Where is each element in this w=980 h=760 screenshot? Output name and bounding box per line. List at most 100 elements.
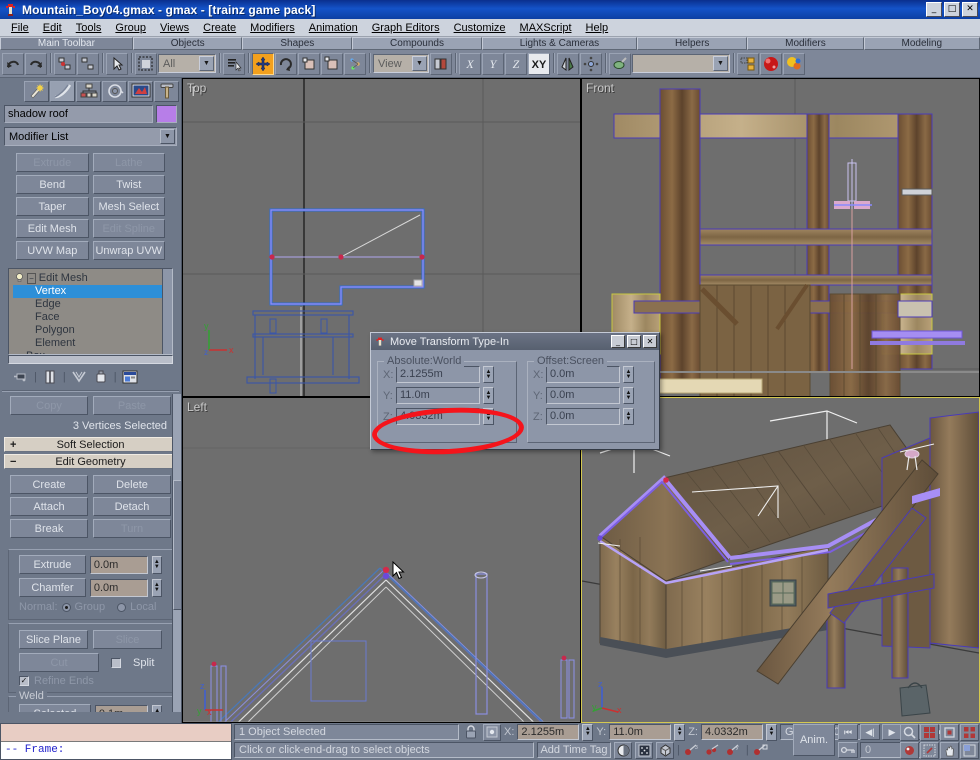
show-end-result-icon[interactable] bbox=[41, 368, 59, 385]
zoom-all-icon[interactable] bbox=[920, 724, 939, 741]
modifier-stack-list[interactable]: − Edit Mesh Vertex Edge Face Polygon Ele… bbox=[8, 268, 173, 355]
use-transform-center-icon[interactable] bbox=[430, 52, 452, 75]
modifier-edit-spline-button[interactable]: Edit Spline bbox=[92, 219, 165, 238]
chamfer-button[interactable]: Chamfer bbox=[19, 578, 86, 597]
go-to-start-icon[interactable]: ⏮ bbox=[838, 724, 858, 740]
dialog-minimize-button[interactable]: _ bbox=[611, 335, 625, 348]
align-icon[interactable] bbox=[344, 52, 366, 75]
offset-y-spinner[interactable]: ▲ ▼ bbox=[623, 387, 634, 404]
region-zoom-icon[interactable] bbox=[920, 742, 939, 759]
pin-stack-icon[interactable] bbox=[12, 368, 30, 385]
stack-vertical-scrollbar[interactable] bbox=[162, 269, 172, 354]
absolute-relative-toggle-icon[interactable] bbox=[483, 723, 501, 741]
stack-item-edge[interactable]: Edge bbox=[13, 298, 172, 311]
offset-y-field[interactable]: 0.0m bbox=[546, 387, 620, 404]
detach-button[interactable]: Detach bbox=[93, 497, 171, 516]
status-x-spinner[interactable]: ▲ ▼ bbox=[582, 723, 594, 741]
dialog-maximize-button[interactable]: □ bbox=[627, 335, 641, 348]
align-objects-icon[interactable] bbox=[580, 52, 602, 75]
previous-frame-icon[interactable]: ◀| bbox=[860, 724, 880, 740]
use-pivot-center-icon[interactable] bbox=[321, 52, 343, 75]
minimize-button[interactable]: _ bbox=[926, 2, 942, 17]
add-time-tag-button[interactable]: Add Time Tag bbox=[537, 742, 611, 758]
angle-snap-toggle-icon[interactable] bbox=[704, 742, 722, 759]
stack-item-box[interactable]: Box bbox=[13, 350, 172, 354]
tab-compounds[interactable]: Compounds bbox=[352, 37, 482, 50]
attach-button[interactable]: Attach bbox=[10, 497, 88, 516]
chamfer-amount-field[interactable]: 0.0m bbox=[89, 578, 148, 597]
modifier-list-dropdown[interactable]: Modifier List ▼ bbox=[4, 127, 177, 146]
tab-shapes[interactable]: Shapes bbox=[242, 37, 353, 50]
select-region-icon[interactable] bbox=[135, 52, 157, 75]
menu-tools[interactable]: Tools bbox=[69, 21, 109, 35]
display-tab[interactable] bbox=[128, 80, 153, 102]
remove-modifier-icon[interactable] bbox=[92, 368, 110, 385]
selection-filter-combo[interactable]: All ▼ bbox=[158, 54, 216, 73]
object-color-swatch[interactable] bbox=[156, 105, 177, 123]
material-navigator-icon[interactable] bbox=[783, 52, 805, 75]
dialog-close-button[interactable]: ✕ bbox=[643, 335, 657, 348]
menu-graph-editors[interactable]: Graph Editors bbox=[365, 21, 447, 35]
select-and-scale-icon[interactable] bbox=[298, 52, 320, 75]
min-max-toggle-icon[interactable] bbox=[960, 742, 979, 759]
menu-group[interactable]: Group bbox=[108, 21, 153, 35]
create-tab[interactable] bbox=[24, 80, 49, 102]
zoom-extents-all-icon[interactable] bbox=[960, 724, 979, 741]
menu-animation[interactable]: Animation bbox=[302, 21, 365, 35]
rollout-soft-selection[interactable]: + Soft Selection bbox=[4, 437, 177, 452]
spinner-snap-icon[interactable]: 3 bbox=[683, 742, 701, 759]
status-z-field[interactable]: 4.0332m bbox=[700, 724, 763, 740]
copy-button[interactable]: Copy bbox=[10, 396, 88, 415]
tab-modeling[interactable]: Modeling bbox=[863, 37, 980, 50]
tab-objects[interactable]: Objects bbox=[132, 37, 243, 50]
status-y-field[interactable]: 11.0m bbox=[609, 724, 672, 740]
zoom-icon[interactable] bbox=[900, 724, 919, 741]
extrude-spinner[interactable]: ▲ ▼ bbox=[151, 555, 163, 574]
rollout-toggle-icon[interactable]: − bbox=[10, 456, 16, 468]
stack-item-face[interactable]: Face bbox=[13, 311, 172, 324]
absolute-x-field[interactable]: 2.1255m bbox=[396, 366, 480, 383]
menu-file[interactable]: File bbox=[4, 21, 36, 35]
modifier-edit-mesh-button[interactable]: Edit Mesh bbox=[16, 219, 89, 238]
array-icon[interactable] bbox=[737, 52, 759, 75]
select-object-icon[interactable] bbox=[106, 52, 128, 75]
menu-maxscript[interactable]: MAXScript bbox=[513, 21, 579, 35]
command-panel-scroll-thumb[interactable] bbox=[173, 480, 181, 610]
snap-toggle-icon[interactable] bbox=[614, 741, 632, 759]
extrude-button[interactable]: Extrude bbox=[19, 555, 86, 574]
offset-x-field[interactable]: 0.0m bbox=[546, 366, 620, 383]
chevron-down-icon[interactable]: ▼ bbox=[412, 56, 427, 71]
delete-button[interactable]: Delete bbox=[93, 475, 171, 494]
reference-coordinate-system-combo[interactable]: View ▼ bbox=[373, 54, 429, 73]
maxscript-listener[interactable]: -- Frame: bbox=[0, 723, 232, 760]
refine-ends-checkbox[interactable]: ✓ bbox=[19, 676, 29, 686]
zoom-extents-icon[interactable] bbox=[940, 724, 959, 741]
hierarchy-tab[interactable] bbox=[76, 80, 101, 102]
play-animation-icon[interactable]: ▶ bbox=[882, 724, 902, 740]
restrict-to-z-icon[interactable]: Z bbox=[505, 52, 527, 75]
unlink-selection-icon[interactable] bbox=[77, 52, 99, 75]
tab-lights-cameras[interactable]: Lights & Cameras bbox=[481, 37, 638, 50]
menu-edit[interactable]: Edit bbox=[36, 21, 69, 35]
redo-icon[interactable] bbox=[25, 52, 47, 75]
slice-button[interactable]: Slice bbox=[93, 630, 162, 649]
make-unique-icon[interactable] bbox=[70, 368, 88, 385]
modifier-mesh-select-button[interactable]: Mesh Select bbox=[92, 197, 165, 216]
select-and-rotate-icon[interactable] bbox=[275, 52, 297, 75]
absolute-y-field[interactable]: 11.0m bbox=[396, 387, 480, 404]
stack-horizontal-scrollbar[interactable] bbox=[8, 355, 173, 364]
turn-button[interactable]: Turn bbox=[93, 519, 171, 538]
material-editor-icon[interactable] bbox=[760, 52, 782, 75]
restrict-to-x-icon[interactable]: X bbox=[459, 52, 481, 75]
normal-group-radio[interactable] bbox=[61, 602, 71, 612]
undo-icon[interactable] bbox=[2, 52, 24, 75]
weld-spinner[interactable]: ▲▼ bbox=[152, 704, 162, 712]
menu-modifiers[interactable]: Modifiers bbox=[243, 21, 302, 35]
absolute-y-spinner[interactable]: ▲ ▼ bbox=[483, 387, 494, 404]
slice-plane-button[interactable]: Slice Plane bbox=[19, 630, 88, 649]
stack-item-vertex[interactable]: Vertex bbox=[13, 285, 172, 298]
spinner-snap-toggle-icon[interactable] bbox=[752, 742, 770, 759]
modifier-taper-button[interactable]: Taper bbox=[16, 197, 89, 216]
rollout-edit-geometry[interactable]: − Edit Geometry bbox=[4, 454, 177, 469]
expand-collapse-icon[interactable]: − bbox=[27, 273, 36, 284]
